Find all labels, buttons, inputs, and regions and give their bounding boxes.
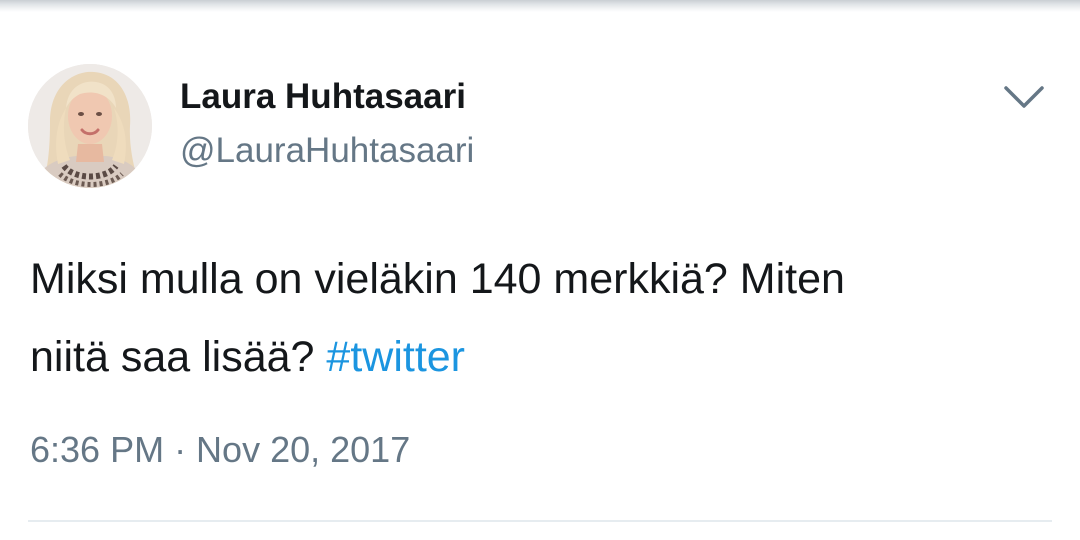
tweet-text-line-2-plain: niitä saa lisää? — [30, 333, 327, 381]
tweet-card: Laura Huhtasaari @LauraHuhtasaari Miksi … — [0, 0, 1080, 540]
avatar[interactable] — [28, 64, 152, 188]
author-handle[interactable]: @LauraHuhtasaari — [180, 130, 474, 172]
tweet-timestamp[interactable]: 6:36 PM · Nov 20, 2017 — [30, 428, 410, 472]
avatar-portrait — [28, 64, 152, 188]
tweet-text-line-2: niitä saa lisää? #twitter — [30, 318, 1050, 396]
hashtag-link[interactable]: #twitter — [326, 333, 465, 381]
tweet-text-line-1: Miksi mulla on vieläkin 140 merkkiä? Mit… — [30, 255, 845, 303]
chevron-down-icon — [1004, 86, 1044, 108]
tweet-text: Miksi mulla on vieläkin 140 merkkiä? Mit… — [30, 240, 1050, 396]
tweet-menu-button[interactable] — [998, 80, 1050, 116]
divider — [28, 520, 1052, 522]
author-display-name[interactable]: Laura Huhtasaari — [180, 76, 466, 118]
